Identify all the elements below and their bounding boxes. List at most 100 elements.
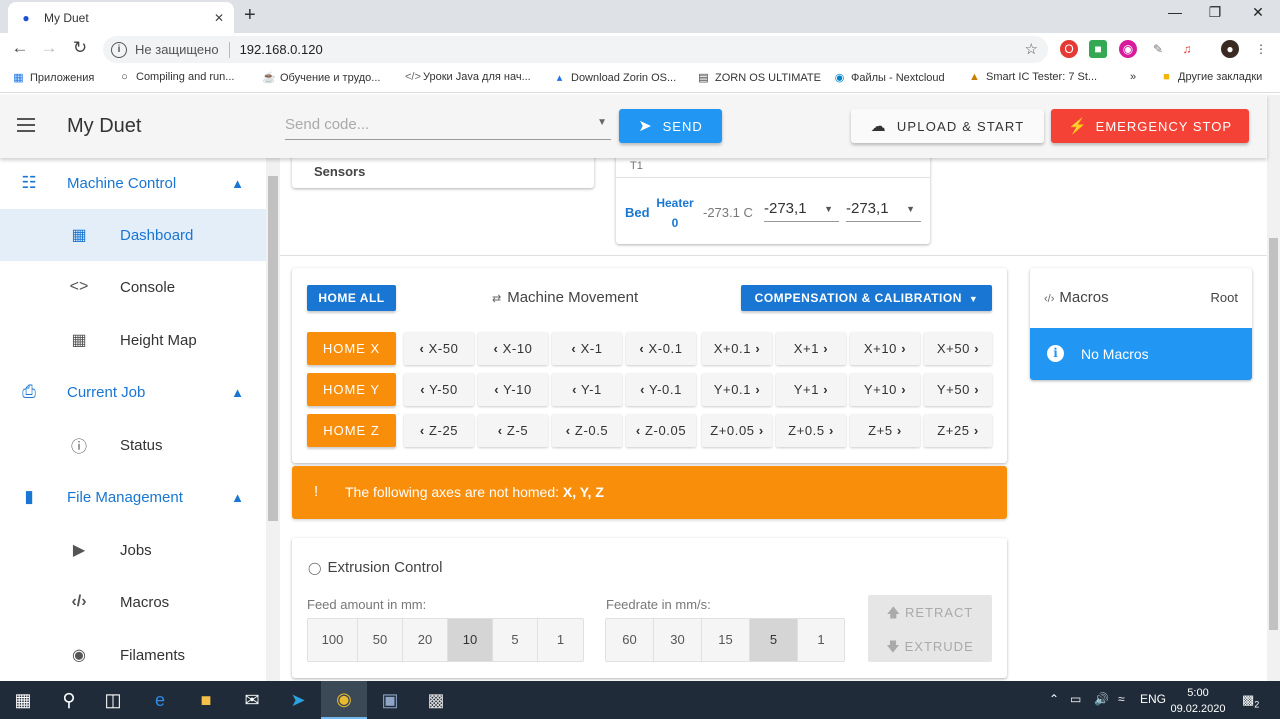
- history-dropdown-icon[interactable]: ▼: [597, 117, 607, 128]
- feedrate-option[interactable]: 1: [798, 619, 844, 661]
- jog-button[interactable]: Z+0.05 ›: [702, 414, 772, 447]
- feed-amount-option-selected[interactable]: 10: [448, 619, 493, 661]
- volume-icon[interactable]: 🔊: [1094, 692, 1109, 706]
- music-ext-icon[interactable]: ♫: [1178, 40, 1196, 58]
- profile-avatar[interactable]: ●: [1221, 40, 1239, 58]
- sidebar-scroll-thumb[interactable]: [268, 176, 278, 521]
- jog-button[interactable]: Y+0.1 ›: [702, 373, 772, 406]
- feedrate-option-selected[interactable]: 5: [750, 619, 798, 661]
- more-bookmarks-icon[interactable]: »: [1130, 71, 1136, 83]
- jog-button[interactable]: ‹ Z-0.5: [552, 414, 622, 447]
- bed-heater-name[interactable]: Heater 0: [653, 193, 697, 233]
- circle-ext-icon[interactable]: ◉: [1119, 40, 1137, 58]
- mail-icon[interactable]: ✉: [229, 681, 275, 719]
- language-indicator[interactable]: ENG: [1140, 692, 1166, 706]
- battery-icon[interactable]: ▭: [1070, 692, 1081, 706]
- nav-group-current-job[interactable]: ⎙ Current Job ▲: [0, 367, 266, 417]
- browser-menu-icon[interactable]: ⋮: [1252, 40, 1270, 58]
- sidebar-item-filaments[interactable]: ◉ Filaments: [0, 629, 266, 681]
- send-code-input[interactable]: [285, 112, 575, 136]
- jog-button[interactable]: X+10 ›: [850, 332, 920, 365]
- forward-icon[interactable]: →: [38, 38, 60, 58]
- bookmark-nextcloud[interactable]: ◉ Файлы - Nextcloud: [833, 71, 945, 84]
- url-text[interactable]: 192.168.0.120: [240, 42, 323, 57]
- floppy-save-icon[interactable]: ▣: [367, 681, 413, 719]
- feedrate-option[interactable]: 60: [606, 619, 654, 661]
- jog-button[interactable]: Y+10 ›: [850, 373, 920, 406]
- browser-tab[interactable]: ● My Duet ✕: [8, 2, 234, 33]
- omnibox[interactable]: i Не защищено 192.168.0.120 ☆: [103, 36, 1048, 63]
- bookmark-zorn[interactable]: ▤ ZORN OS ULTIMATE: [697, 71, 821, 84]
- feed-amount-option[interactable]: 1: [538, 619, 583, 661]
- home-all-button[interactable]: HOME ALL: [307, 285, 396, 311]
- bookmark-apps[interactable]: ▦ Приложения: [12, 71, 94, 84]
- feed-amount-option[interactable]: 20: [403, 619, 448, 661]
- home-z-button[interactable]: HOME Z: [307, 414, 396, 447]
- sidebar-item-status[interactable]: ⓘ Status: [0, 419, 266, 471]
- bookmark-compiling[interactable]: ○ Compiling and run...: [118, 71, 234, 83]
- bed-active-temp-select[interactable]: -273,1 ▼: [764, 192, 839, 222]
- jog-button[interactable]: X+1 ›: [776, 332, 846, 365]
- task-view-icon[interactable]: ◫: [90, 681, 136, 719]
- search-icon[interactable]: ⚲: [46, 681, 92, 719]
- tray-chevron-up-icon[interactable]: ⌃: [1049, 692, 1059, 706]
- sidebar-scrollbar[interactable]: [266, 158, 280, 681]
- file-explorer-icon[interactable]: ■: [183, 681, 229, 719]
- nav-group-machine-control[interactable]: ☷ Machine Control ▲: [0, 158, 266, 208]
- send-code-field[interactable]: ▼: [285, 112, 611, 140]
- wifi-icon[interactable]: ≈: [1118, 692, 1125, 706]
- new-tab-icon[interactable]: +: [244, 4, 256, 27]
- notifications-icon[interactable]: ▩2: [1242, 692, 1259, 710]
- feed-amount-option[interactable]: 100: [308, 619, 358, 661]
- bed-label[interactable]: Bed: [625, 205, 650, 220]
- home-y-button[interactable]: HOME Y: [307, 373, 396, 406]
- sidebar-item-console[interactable]: <> Console: [0, 261, 266, 313]
- chrome-icon[interactable]: ◉: [321, 681, 367, 719]
- edge-browser-icon[interactable]: e: [137, 681, 183, 719]
- pen-ext-icon[interactable]: ✎: [1149, 40, 1167, 58]
- nav-group-file-management[interactable]: ▮ File Management ▲: [0, 472, 266, 522]
- puzzle-ext-icon[interactable]: ■: [1089, 40, 1107, 58]
- emergency-stop-button[interactable]: ⚡ EMERGENCY STOP: [1051, 109, 1249, 143]
- bookmark-obuchenie[interactable]: ☕ Обучение и трудо...: [262, 71, 380, 84]
- jog-button[interactable]: ‹ X-1: [552, 332, 622, 365]
- retract-button[interactable]: 🡅 RETRACT: [868, 604, 992, 626]
- close-tab-icon[interactable]: ✕: [214, 11, 224, 25]
- main-scroll-thumb[interactable]: [1269, 238, 1278, 630]
- jog-button[interactable]: ‹ X-0.1: [626, 332, 696, 365]
- jog-button[interactable]: Z+0.5 ›: [776, 414, 846, 447]
- menu-icon[interactable]: [17, 118, 35, 136]
- reload-icon[interactable]: ↻: [69, 38, 91, 58]
- home-x-button[interactable]: HOME X: [307, 332, 396, 365]
- jog-button[interactable]: X+50 ›: [924, 332, 992, 365]
- feedrate-option[interactable]: 15: [702, 619, 750, 661]
- restore-icon[interactable]: ❐: [1200, 4, 1230, 21]
- jog-button[interactable]: Y+50 ›: [924, 373, 992, 406]
- opera-ext-icon[interactable]: O: [1060, 40, 1078, 58]
- bookmark-java[interactable]: </> Уроки Java для нач...: [405, 71, 531, 83]
- bookmark-star-icon[interactable]: ☆: [1025, 40, 1038, 58]
- compensation-calibration-button[interactable]: COMPENSATION & CALIBRATION ▼: [741, 285, 992, 311]
- jog-button[interactable]: ‹ Y-10: [478, 373, 548, 406]
- bookmark-ic-tester[interactable]: ▲ Smart IC Tester: 7 St...: [968, 71, 1097, 83]
- bed-standby-temp-select[interactable]: -273,1 ▼: [846, 192, 921, 222]
- feedrate-option[interactable]: 30: [654, 619, 702, 661]
- extrude-button[interactable]: 🡇 EXTRUDE: [868, 638, 992, 660]
- jog-button[interactable]: Z+5 ›: [850, 414, 920, 447]
- sidebar-item-dashboard[interactable]: ▦ Dashboard: [0, 209, 266, 261]
- window-close-icon[interactable]: ✕: [1243, 4, 1273, 21]
- system-clock[interactable]: 5:00 09.02.2020: [1165, 685, 1231, 717]
- sidebar-item-height-map[interactable]: ▦ Height Map: [0, 314, 266, 366]
- bookmark-other[interactable]: ■ Другие закладки: [1160, 71, 1262, 83]
- main-scrollbar[interactable]: [1267, 95, 1280, 681]
- sidebar-item-macros[interactable]: ‹/› Macros: [0, 576, 266, 628]
- back-icon[interactable]: ←: [9, 38, 31, 58]
- macros-breadcrumb-root[interactable]: Root: [1211, 290, 1238, 305]
- jog-button[interactable]: X+0.1 ›: [702, 332, 772, 365]
- telegram-icon[interactable]: ➤: [275, 681, 321, 719]
- jog-button[interactable]: ‹ Z-0.05: [626, 414, 696, 447]
- jog-button[interactable]: ‹ Y-0.1: [626, 373, 696, 406]
- jog-button[interactable]: ‹ Y-1: [552, 373, 622, 406]
- site-info-icon[interactable]: i: [111, 41, 127, 58]
- jog-button[interactable]: Z+25 ›: [924, 414, 992, 447]
